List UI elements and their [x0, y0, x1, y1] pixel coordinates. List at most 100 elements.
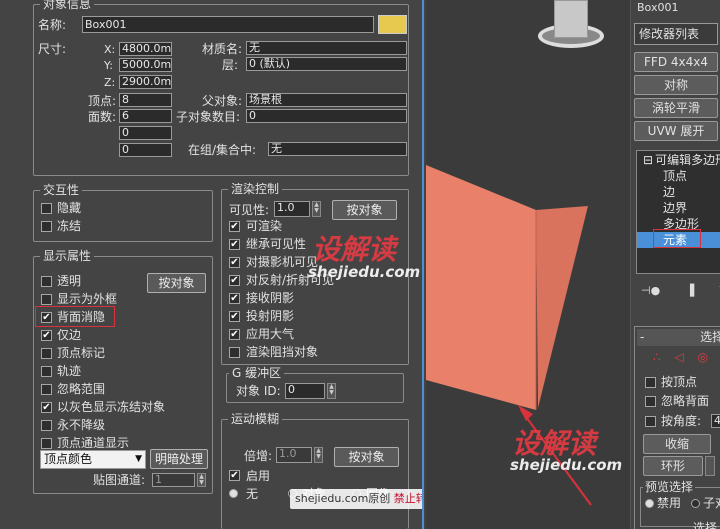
pin-stack-icon[interactable]: ⊣● — [641, 284, 660, 297]
shaded-button[interactable]: 明暗处理 — [150, 449, 208, 469]
material-field: 无 — [246, 41, 407, 55]
object-color-swatch[interactable] — [378, 15, 407, 34]
viewcube-icon[interactable] — [536, 0, 606, 52]
map-channel-spinner[interactable]: ▲ ▼ — [197, 473, 206, 487]
ring-spinner[interactable] — [705, 456, 715, 476]
ignore-backface-checkbox[interactable] — [645, 396, 656, 407]
render-checkbox-2[interactable]: ✔ — [229, 257, 240, 268]
visibility-field[interactable]: 1.0 — [274, 201, 310, 217]
site-watermark-top: shejiedu.com — [308, 263, 421, 281]
stack-item-label: 顶点 — [663, 169, 688, 183]
brand-watermark-top: 设解读 — [312, 233, 397, 266]
x-dim-field: 4800.0mm — [119, 42, 172, 56]
subobject-icons: ∴ ◁ ◎ — [653, 350, 720, 368]
motion-blur-title: 运动模糊 — [228, 412, 283, 426]
hide-label: 隐藏 — [57, 201, 82, 215]
show-end-result-icon[interactable]: ▐ — [686, 284, 694, 297]
hide-checkbox[interactable] — [41, 203, 52, 214]
angle-field[interactable]: 45 — [711, 414, 720, 428]
stack-item-2[interactable]: 边 — [637, 184, 720, 200]
layer-label: 层: — [222, 58, 239, 72]
element-highlight — [653, 229, 701, 248]
render-checkbox-3[interactable]: ✔ — [229, 275, 240, 286]
motion-enable-checkbox[interactable]: ✔ — [229, 470, 240, 481]
by-angle-checkbox[interactable] — [645, 416, 656, 427]
map-channel-field[interactable]: 1 — [152, 473, 195, 487]
modifier-button-0[interactable]: FFD 4x4x4 — [634, 52, 718, 72]
display-checkbox-4[interactable] — [41, 348, 52, 359]
shrink-button[interactable]: 收缩 — [643, 434, 711, 454]
visibility-spinner[interactable]: ▲ ▼ — [312, 201, 321, 217]
display-by-object-button[interactable]: 按对象 — [147, 273, 206, 293]
preview-selection-title: 预览选择 — [643, 480, 696, 494]
display-label-0: 透明 — [57, 274, 82, 288]
parent-field: 场景根 — [246, 93, 407, 107]
border-mode-icon[interactable]: ◎ — [698, 350, 708, 364]
ignore-backface-label: 忽略背面 — [661, 394, 710, 408]
multiplier-field[interactable]: 1.0 — [276, 447, 312, 463]
motion-enable-label: 启用 — [246, 469, 271, 483]
object-id-field[interactable]: 0 — [285, 383, 325, 399]
selection-title: 选择 — [700, 330, 720, 344]
modifier-list-label: 修改器列表 — [639, 27, 700, 41]
render-label-1: 继承可见性 — [246, 237, 307, 251]
z-dim-field: 2900.0mm — [119, 75, 172, 89]
y-dim-field: 5000.0mm — [119, 58, 172, 72]
display-checkbox-0[interactable] — [41, 276, 52, 287]
disable-radio[interactable] — [645, 499, 654, 508]
faces-label: 面数: — [88, 110, 117, 124]
motion-by-object-button[interactable]: 按对象 — [334, 447, 399, 467]
modifier-stack[interactable]: ⊟ 可编辑多边形 顶点边边界 多边形 元素 — [636, 150, 720, 274]
render-checkbox-5[interactable]: ✔ — [229, 311, 240, 322]
modifier-button-3[interactable]: UVW 展开 — [634, 121, 718, 141]
render-by-object-button[interactable]: 按对象 — [332, 200, 397, 220]
group-label: 在组/集合中: — [188, 143, 257, 157]
display-checkbox-5[interactable] — [41, 366, 52, 377]
stack-item-1[interactable]: 顶点 — [637, 168, 720, 184]
y-label: Y: — [104, 59, 113, 72]
display-checkbox-3[interactable]: ✔ — [41, 330, 52, 341]
x-label: X: — [104, 43, 116, 56]
display-checkbox-8[interactable] — [41, 420, 52, 431]
modifier-button-1[interactable]: 对称 — [634, 75, 718, 95]
command-panel: Box001 修改器列表 FFD 4x4x4 对称 涡轮平滑 UVW 展开 ⊟ 可编辑多… — [630, 0, 720, 529]
subobject-radio[interactable] — [691, 499, 700, 508]
render-label-7: 渲染阻挡对象 — [246, 345, 319, 359]
motion-none-radio[interactable] — [229, 489, 238, 498]
backface-highlight — [35, 306, 115, 327]
render-checkbox-4[interactable]: ✔ — [229, 293, 240, 304]
vertex-color-value: 顶点颜色 — [44, 452, 93, 466]
stack-item-3[interactable]: 边界 — [637, 200, 720, 216]
select-label: 选择 — [693, 521, 718, 529]
parent-label: 父对象: — [202, 94, 243, 108]
motion-none-label: 无 — [246, 487, 259, 501]
display-checkbox-7[interactable]: ✔ — [41, 402, 52, 413]
z-label: Z: — [104, 76, 116, 89]
object-id-spinner[interactable]: ▲ ▼ — [327, 383, 336, 399]
faces-field: 6 — [119, 109, 172, 123]
by-vertex-checkbox[interactable] — [645, 377, 656, 388]
display-checkbox-9[interactable] — [41, 438, 52, 449]
render-checkbox-0[interactable]: ✔ — [229, 221, 240, 232]
selection-rollout-header[interactable]: - 选择 — [637, 329, 720, 346]
display-checkbox-6[interactable] — [41, 384, 52, 395]
display-label-4: 顶点标记 — [57, 346, 106, 360]
render-checkbox-7[interactable] — [229, 347, 240, 358]
layer-field: 0 (默认) — [246, 57, 407, 71]
vertex-mode-icon[interactable]: ∴ — [653, 350, 661, 364]
display-checkbox-1[interactable] — [41, 294, 52, 305]
ring-button[interactable]: 环形 — [643, 456, 703, 476]
render-checkbox-6[interactable]: ✔ — [229, 329, 240, 340]
display-label-6: 忽略范围 — [57, 382, 106, 396]
modifier-button-2[interactable]: 涡轮平滑 — [634, 98, 718, 118]
vertex-color-select[interactable]: 顶点颜色 ▼ — [40, 450, 146, 469]
edge-mode-icon[interactable]: ◁ — [674, 350, 683, 364]
name-field[interactable]: Box001 — [82, 16, 374, 33]
stack-item-0[interactable]: ⊟ 可编辑多边形 — [637, 152, 720, 168]
collapse-icon: - — [640, 330, 645, 344]
multiplier-spinner[interactable]: ▲ ▼ — [314, 447, 323, 463]
freeze-checkbox[interactable] — [41, 221, 52, 232]
modifier-list-dropdown[interactable]: 修改器列表 — [634, 23, 718, 45]
render-checkbox-1[interactable]: ✔ — [229, 239, 240, 250]
vertices-label: 顶点: — [88, 94, 117, 108]
